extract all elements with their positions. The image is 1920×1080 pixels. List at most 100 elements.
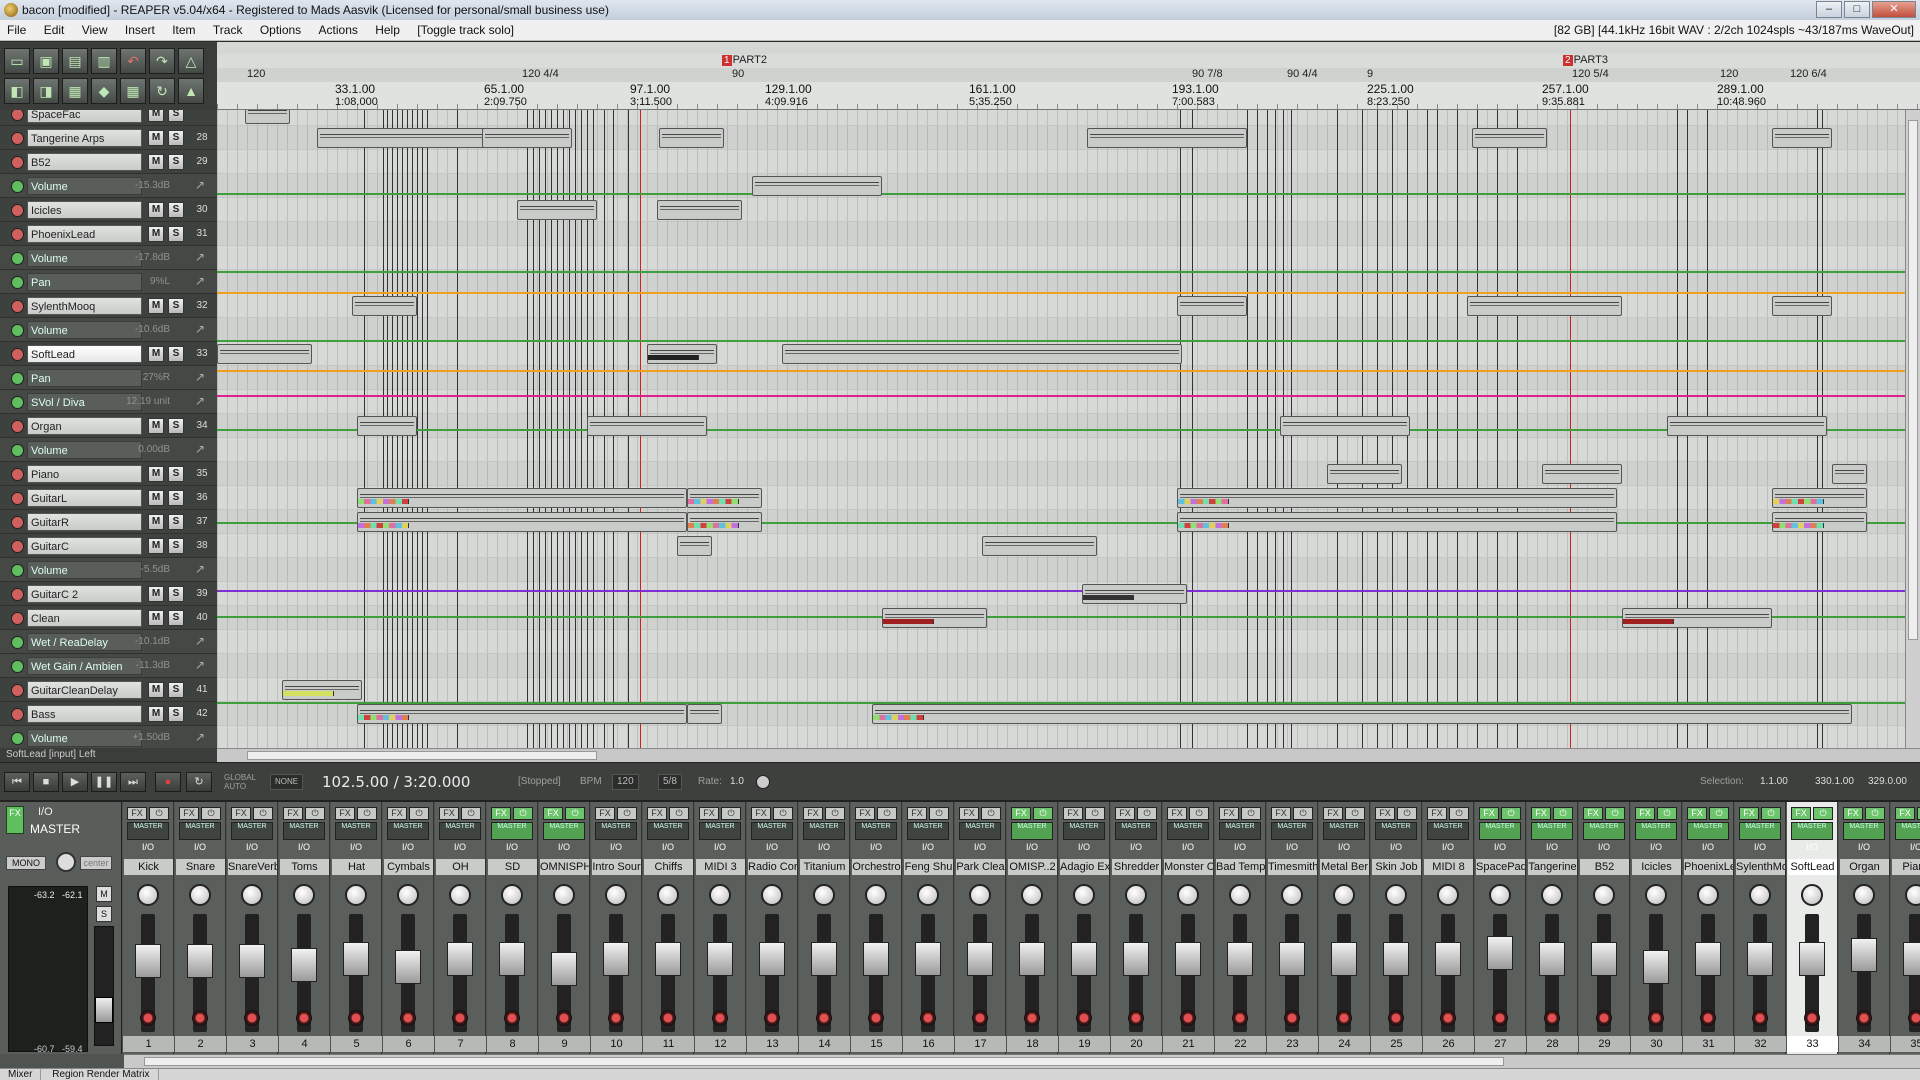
volume-fader[interactable]	[1643, 950, 1669, 984]
global-automation-label[interactable]: GLOBAL AUTO	[224, 773, 264, 791]
strip-name[interactable]: Icicles	[1632, 859, 1681, 875]
record-arm-icon[interactable]	[660, 1010, 676, 1026]
master-send-indicator[interactable]: MASTER	[855, 822, 897, 840]
media-item[interactable]	[1177, 488, 1617, 508]
mute-button[interactable]: M	[148, 682, 164, 698]
media-item[interactable]	[687, 704, 722, 724]
master-send-indicator[interactable]: MASTER	[1583, 822, 1625, 840]
media-item[interactable]	[1772, 128, 1832, 148]
tempo-marker[interactable]: 90	[732, 68, 744, 80]
track-name[interactable]: Icicles	[27, 201, 142, 219]
rate-knob-icon[interactable]	[756, 775, 770, 789]
solo-button[interactable]: S	[168, 538, 184, 554]
pan-knob[interactable]	[865, 884, 887, 906]
record-arm-icon[interactable]	[11, 588, 24, 601]
strip-name[interactable]: SoftLead	[1788, 859, 1837, 875]
strip-fx-button[interactable]: FX	[1583, 807, 1603, 820]
pan-knob[interactable]	[1177, 884, 1199, 906]
volume-fader[interactable]	[551, 952, 577, 986]
strip-fx-button[interactable]: FX	[1115, 807, 1135, 820]
strip-io-button[interactable]: I/O	[1427, 842, 1469, 852]
strip-name[interactable]: Timesmith	[1268, 859, 1317, 875]
strip-name[interactable]: B52	[1580, 859, 1629, 875]
solo-button[interactable]: S	[168, 586, 184, 602]
strip-name[interactable]: SylenthMo	[1736, 859, 1785, 875]
record-arm-icon[interactable]	[11, 612, 24, 625]
envelope-line[interactable]	[217, 395, 1905, 397]
master-send-indicator[interactable]: MASTER	[1843, 822, 1885, 840]
media-item[interactable]	[677, 536, 712, 556]
pan-knob[interactable]	[1593, 884, 1615, 906]
mixer-horizontal-scrollbar[interactable]	[124, 1054, 1920, 1068]
envelope-bypass-icon[interactable]	[11, 396, 24, 409]
volume-fader[interactable]	[1019, 942, 1045, 976]
power-icon[interactable]: ⏻	[201, 807, 221, 820]
pan-knob[interactable]	[1749, 884, 1771, 906]
envelope-arm-icon[interactable]: ↗	[195, 370, 205, 384]
volume-fader[interactable]	[1435, 942, 1461, 976]
pan-knob[interactable]	[1229, 884, 1251, 906]
power-icon[interactable]: ⏻	[1345, 807, 1365, 820]
record-arm-icon[interactable]	[11, 156, 24, 169]
media-item[interactable]	[1327, 464, 1402, 484]
envelope-lane[interactable]: Pan 9%L ↗	[0, 270, 217, 294]
solo-button[interactable]: S	[168, 298, 184, 314]
strip-fx-button[interactable]: FX	[543, 807, 563, 820]
strip-io-button[interactable]: I/O	[959, 842, 1001, 852]
track-header[interactable]: Organ M S 34	[0, 414, 217, 438]
strip-fx-button[interactable]: FX	[1375, 807, 1395, 820]
save-project-icon[interactable]: ▤	[62, 48, 88, 74]
strip-io-button[interactable]: I/O	[1791, 842, 1833, 852]
volume-fader[interactable]	[915, 942, 941, 976]
strip-fx-button[interactable]: FX	[1687, 807, 1707, 820]
transport-position[interactable]: 102.5.00 / 3:20.000	[322, 772, 470, 792]
media-item[interactable]	[517, 200, 597, 220]
record-arm-icon[interactable]	[1700, 1010, 1716, 1026]
master-send-indicator[interactable]: MASTER	[647, 822, 689, 840]
media-item[interactable]	[357, 416, 417, 436]
envelope-lane[interactable]: Volume -10.6dB ↗	[0, 318, 217, 342]
strip-fx-button[interactable]: FX	[595, 807, 615, 820]
mute-button[interactable]: M	[148, 538, 164, 554]
pan-knob[interactable]	[1073, 884, 1095, 906]
volume-fader[interactable]	[759, 942, 785, 976]
envelope-line[interactable]	[217, 340, 1905, 342]
master-send-indicator[interactable]: MASTER	[1427, 822, 1469, 840]
strip-fx-button[interactable]: FX	[1635, 807, 1655, 820]
strip-name[interactable]: Intro Sour	[592, 859, 641, 875]
strip-io-button[interactable]: I/O	[335, 842, 377, 852]
track-name[interactable]: B52	[27, 153, 142, 171]
pan-knob[interactable]	[345, 884, 367, 906]
strip-io-button[interactable]: I/O	[1531, 842, 1573, 852]
track-header[interactable]: GuitarL M S 36	[0, 486, 217, 510]
project-settings-icon[interactable]: ▥	[91, 48, 117, 74]
strip-io-button[interactable]: I/O	[1895, 842, 1920, 852]
power-icon[interactable]: ⏻	[1761, 807, 1781, 820]
track-header[interactable]: GuitarC M S 38	[0, 534, 217, 558]
time-signature-field[interactable]: 5/8	[658, 774, 682, 790]
media-item[interactable]	[357, 512, 687, 532]
volume-fader[interactable]	[1591, 942, 1617, 976]
volume-fader[interactable]	[603, 942, 629, 976]
pan-knob[interactable]	[1489, 884, 1511, 906]
strip-fx-button[interactable]: FX	[231, 807, 251, 820]
master-fader[interactable]	[95, 997, 113, 1023]
open-project-icon[interactable]: ▣	[33, 48, 59, 74]
tempo-marker[interactable]: 90 7/8	[1192, 68, 1223, 80]
tempo-marker[interactable]: 9	[1367, 68, 1373, 80]
solo-button[interactable]: S	[168, 226, 184, 242]
envelope-lane[interactable]: Volume -5.5dB ↗	[0, 558, 217, 582]
power-icon[interactable]: ⏻	[357, 807, 377, 820]
media-item[interactable]	[659, 128, 724, 148]
master-solo-button[interactable]: S	[96, 906, 112, 922]
envelope-bypass-icon[interactable]	[11, 276, 24, 289]
strip-io-button[interactable]: I/O	[1583, 842, 1625, 852]
track-name[interactable]: Clean	[27, 609, 142, 627]
media-item[interactable]	[1082, 584, 1187, 604]
power-icon[interactable]: ⏻	[1865, 807, 1885, 820]
strip-name[interactable]: Toms	[280, 859, 329, 875]
tempo-marker[interactable]: 120 6/4	[1790, 68, 1827, 80]
strip-io-button[interactable]: I/O	[387, 842, 429, 852]
envelope-arm-icon[interactable]: ↗	[195, 322, 205, 336]
envelope-bypass-icon[interactable]	[11, 180, 24, 193]
